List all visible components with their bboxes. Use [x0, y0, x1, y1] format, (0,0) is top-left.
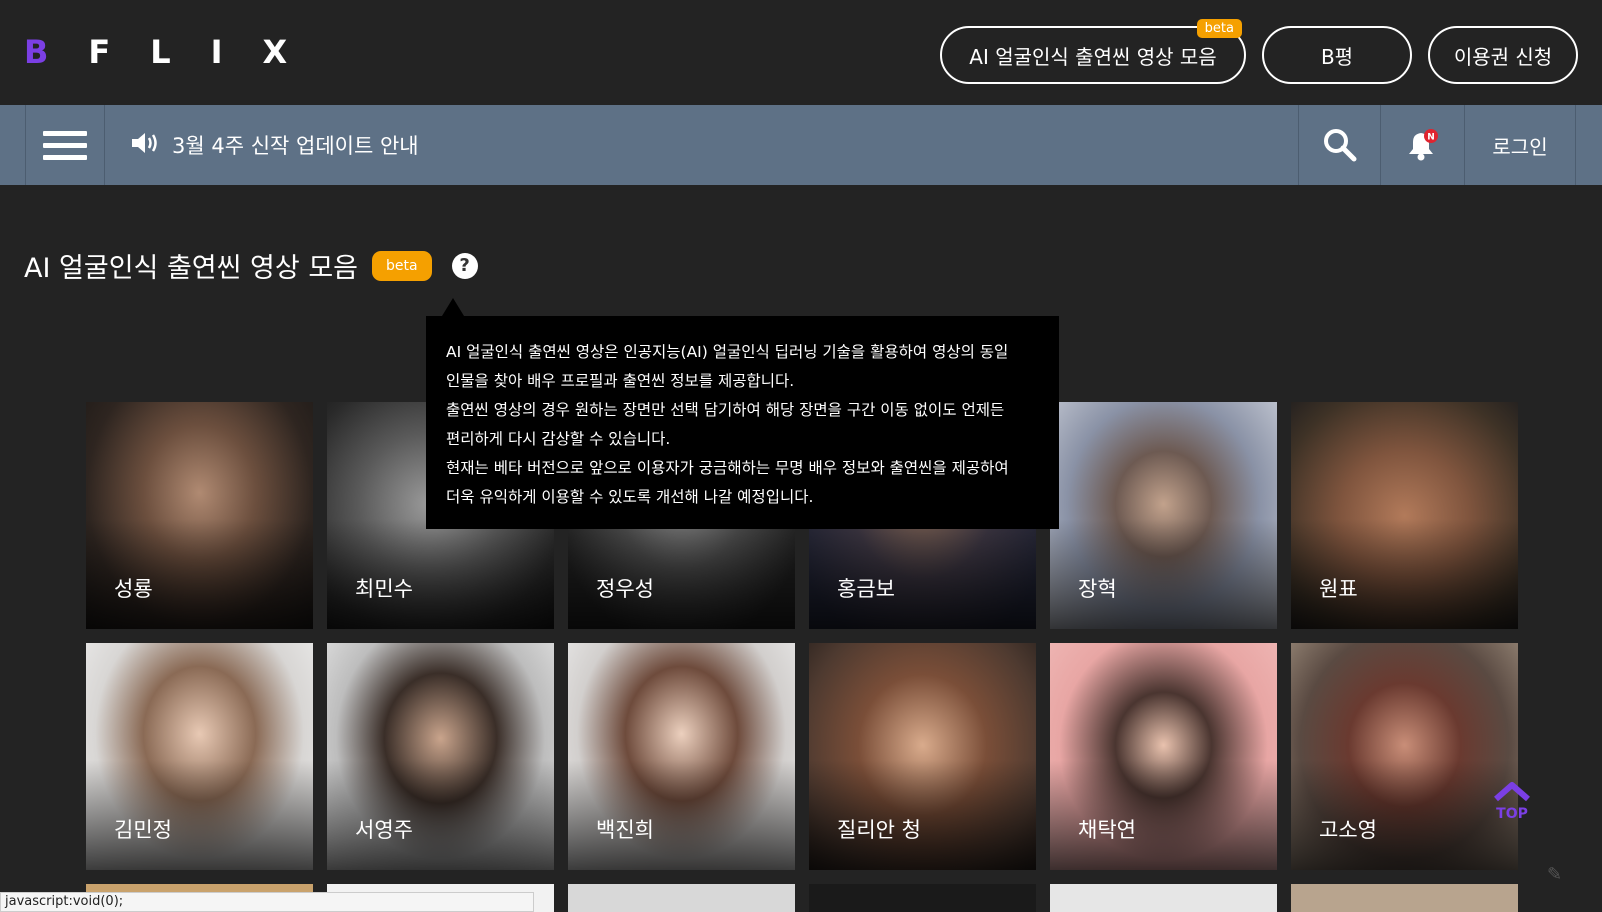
actor-name: 최민수 [355, 577, 413, 601]
actor-card[interactable]: 성룡 [86, 402, 313, 629]
logo-letter: X [262, 33, 288, 71]
page-title: AI 얼굴인식 출연씬 영상 모음 [24, 253, 359, 284]
title-beta-badge: beta [372, 250, 432, 281]
notice-text: 3월 4주 신작 업데이트 안내 [172, 134, 419, 158]
ai-scene-button-label: AI 얼굴인식 출연씬 영상 모음 [969, 44, 1217, 69]
hamburger-icon [43, 124, 87, 167]
actor-name: 김민정 [114, 818, 172, 842]
logo-letter: I [210, 33, 223, 71]
speaker-icon [130, 130, 160, 161]
tooltip-line: 현재는 베타 버전으로 앞으로 이용자가 궁금해하는 무명 배우 정보와 출연씬… [446, 459, 1009, 477]
scroll-top-button[interactable]: TOP [1492, 780, 1532, 822]
logo-letter: B [24, 33, 49, 71]
actor-card[interactable] [1291, 884, 1518, 912]
actor-name: 원표 [1319, 577, 1358, 601]
nav-bar: 3월 4주 신작 업데이트 안내 N 로그인 [0, 105, 1602, 185]
actor-card[interactable]: 서영주 [327, 643, 554, 870]
actor-card[interactable]: 장혁 [1050, 402, 1277, 629]
actor-card[interactable] [1050, 884, 1277, 912]
ai-scene-button[interactable]: AI 얼굴인식 출연씬 영상 모음 beta [940, 19, 1246, 84]
actor-card[interactable]: 채탁연 [1050, 643, 1277, 870]
tooltip-line: 인물을 찾아 배우 프로필과 출연씬 정보를 제공합니다. [446, 372, 795, 390]
help-tooltip: AI 얼굴인식 출연씬 영상은 인공지능(AI) 얼굴인식 딥러닝 기술을 활용… [426, 298, 1059, 529]
logo-letter: F [88, 33, 111, 71]
notification-badge: N [1427, 133, 1435, 143]
browser-status-bar: javascript:void(0); [0, 892, 534, 912]
search-button[interactable] [1298, 105, 1380, 185]
menu-button[interactable] [25, 105, 105, 185]
tooltip-line: 출연씬 영상의 경우 원하는 장면만 선택 담기하여 해당 장면을 구간 이동 … [446, 401, 1005, 419]
logo-letter: L [150, 33, 171, 71]
tooltip-line: 더욱 유익하게 이용할 수 있도록 개선해 나갈 예정입니다. [446, 488, 814, 506]
actor-name: 채탁연 [1078, 818, 1136, 842]
subscribe-button[interactable]: 이용권 신청 [1428, 26, 1578, 84]
page-heading: AI 얼굴인식 출연씬 영상 모음 beta ? [24, 246, 478, 285]
subscribe-button-label: 이용권 신청 [1453, 44, 1553, 69]
actor-name: 백진희 [596, 818, 654, 842]
actor-name: 서영주 [355, 818, 413, 842]
notice-link[interactable]: 3월 4주 신작 업데이트 안내 [130, 105, 419, 185]
actor-name: 질리안 청 [837, 818, 921, 842]
bell-icon: N [1408, 129, 1438, 161]
tooltip-line: 편리하게 다시 감상할 수 있습니다. [446, 430, 671, 448]
actor-card[interactable]: 김민정 [86, 643, 313, 870]
review-button[interactable]: B평 [1262, 26, 1412, 84]
login-button[interactable]: 로그인 [1464, 105, 1576, 185]
actor-name: 성룡 [114, 577, 153, 601]
notification-button[interactable]: N [1380, 105, 1464, 185]
actor-name: 정우성 [596, 577, 654, 601]
actor-card[interactable]: 백진희 [568, 643, 795, 870]
chevron-up-icon [1494, 782, 1530, 802]
scroll-top-label: TOP [1496, 806, 1528, 822]
actor-name: 홍금보 [837, 577, 895, 601]
help-icon[interactable]: ? [451, 252, 478, 279]
pencil-icon[interactable]: ✎ [1547, 864, 1562, 885]
search-icon [1323, 129, 1356, 162]
actor-card[interactable]: 고소영 [1291, 643, 1518, 870]
actor-name: 고소영 [1319, 818, 1377, 842]
review-button-label: B평 [1320, 44, 1354, 69]
actor-card[interactable] [568, 884, 795, 912]
tooltip-line: AI 얼굴인식 출연씬 영상은 인공지능(AI) 얼굴인식 딥러닝 기술을 활용… [446, 343, 1009, 361]
actor-card[interactable]: 원표 [1291, 402, 1518, 629]
beta-badge: beta [1196, 19, 1242, 38]
actor-card[interactable]: 질리안 청 [809, 643, 1036, 870]
actor-card[interactable] [809, 884, 1036, 912]
bflix-logo[interactable]: B F L I X [24, 30, 327, 74]
top-header: B F L I X AI 얼굴인식 출연씬 영상 모음 beta B평 이용권 … [0, 0, 1602, 105]
actor-name: 장혁 [1078, 577, 1117, 601]
